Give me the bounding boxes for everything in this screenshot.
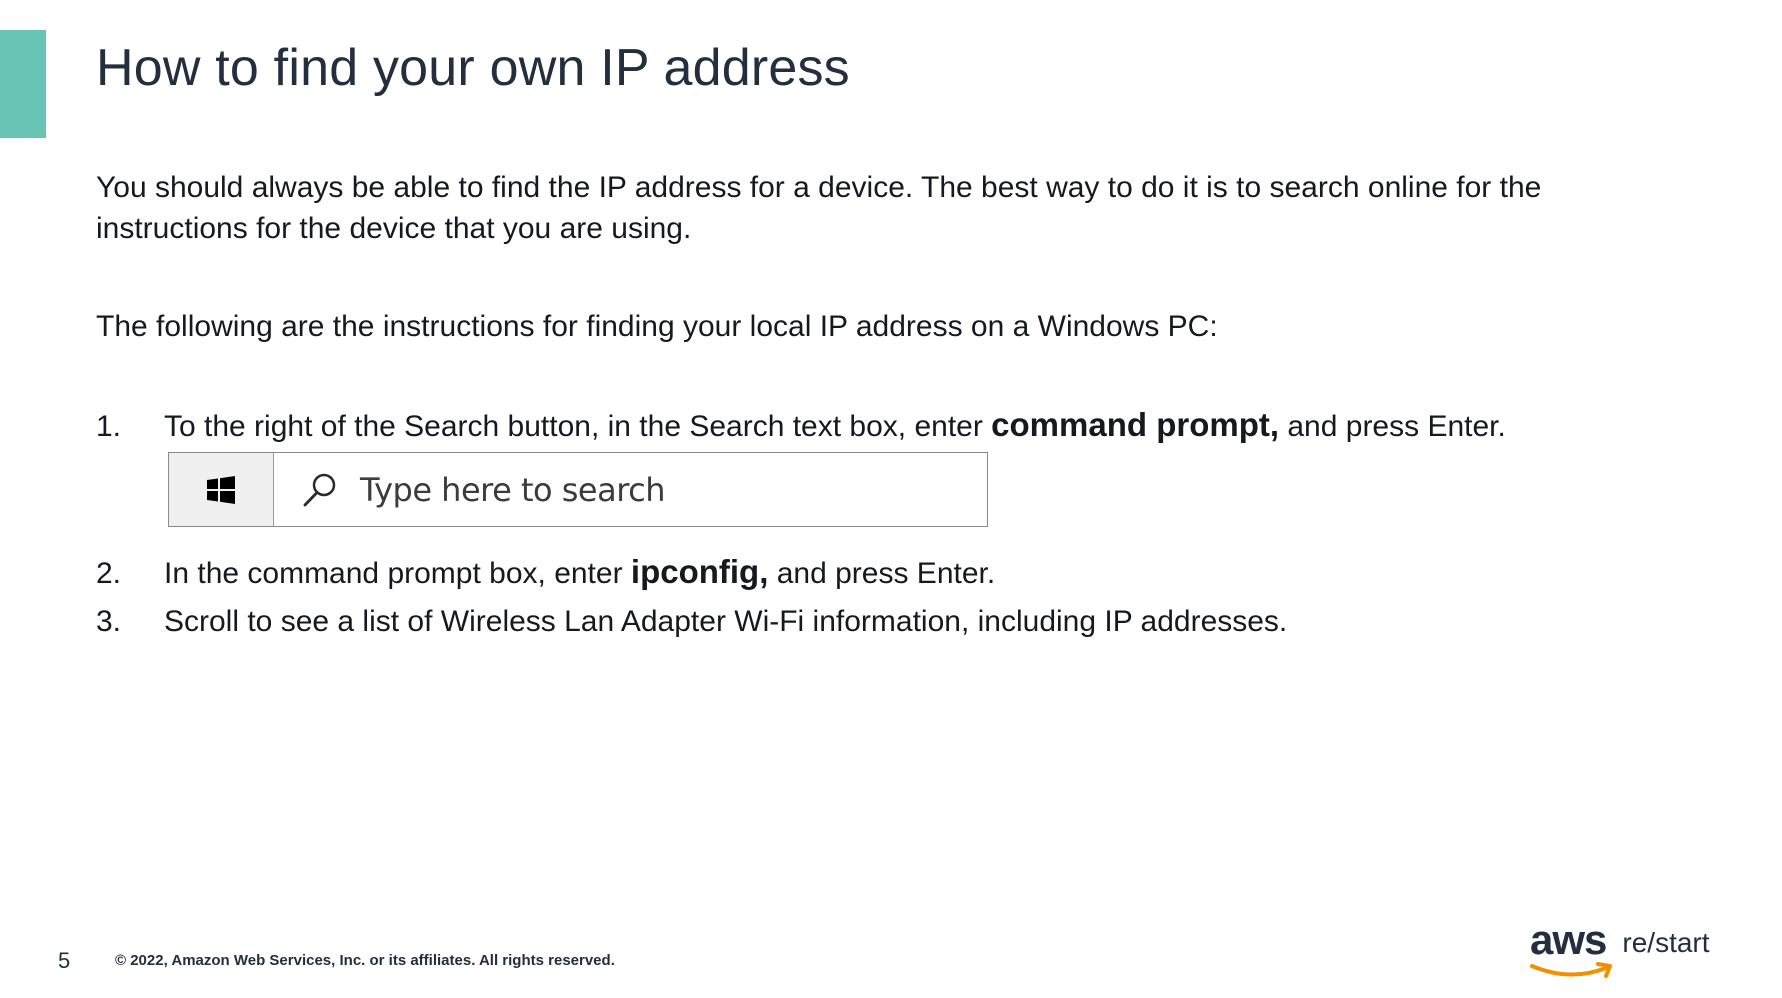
step-number: 2. bbox=[96, 557, 122, 590]
windows-taskbar-search: Type here to search bbox=[168, 452, 988, 527]
step-command: command prompt, bbox=[991, 406, 1280, 443]
step-2: 2. In the command prompt box, enter ipcon… bbox=[96, 551, 995, 594]
search-placeholder: Type here to search bbox=[360, 470, 666, 509]
step-number: 3. bbox=[96, 605, 122, 638]
windows-start-button[interactable] bbox=[169, 453, 274, 526]
step-text-end: and press Enter. bbox=[1279, 410, 1506, 443]
step-number: 1. bbox=[96, 410, 122, 443]
step-text: To the right of the Search button, in th… bbox=[164, 410, 992, 443]
search-icon bbox=[298, 468, 342, 512]
aws-restart-logo: aws re/start bbox=[1530, 916, 1710, 978]
step-text-end: and press Enter. bbox=[768, 557, 996, 590]
step-3: 3. Scroll to see a list of Wireless Lan A… bbox=[96, 601, 1287, 642]
aws-logo: aws bbox=[1530, 916, 1612, 978]
page-number: 5 bbox=[58, 948, 71, 973]
step-text: Scroll to see a list of Wireless Lan Ada… bbox=[164, 605, 1288, 638]
step-text: In the command prompt box, enter bbox=[164, 557, 631, 590]
page-title: How to find your own IP address bbox=[96, 39, 850, 97]
aws-logo-text: aws bbox=[1530, 916, 1607, 963]
instructions-intro: The following are the instructions for f… bbox=[96, 310, 1218, 343]
intro-paragraph: You should always be able to find the IP… bbox=[96, 171, 1542, 245]
step-command: ipconfig, bbox=[630, 553, 769, 590]
accent-bar bbox=[0, 30, 46, 138]
restart-logo-text: re/start bbox=[1622, 927, 1710, 958]
copyright-notice: © 2022, Amazon Web Services, Inc. or its… bbox=[115, 952, 615, 969]
step-1: 1. To the right of the Search button, in … bbox=[96, 404, 1506, 447]
windows-logo-icon bbox=[207, 475, 235, 504]
taskbar-search-box[interactable]: Type here to search bbox=[274, 453, 987, 526]
aws-smile-icon bbox=[1530, 962, 1612, 978]
